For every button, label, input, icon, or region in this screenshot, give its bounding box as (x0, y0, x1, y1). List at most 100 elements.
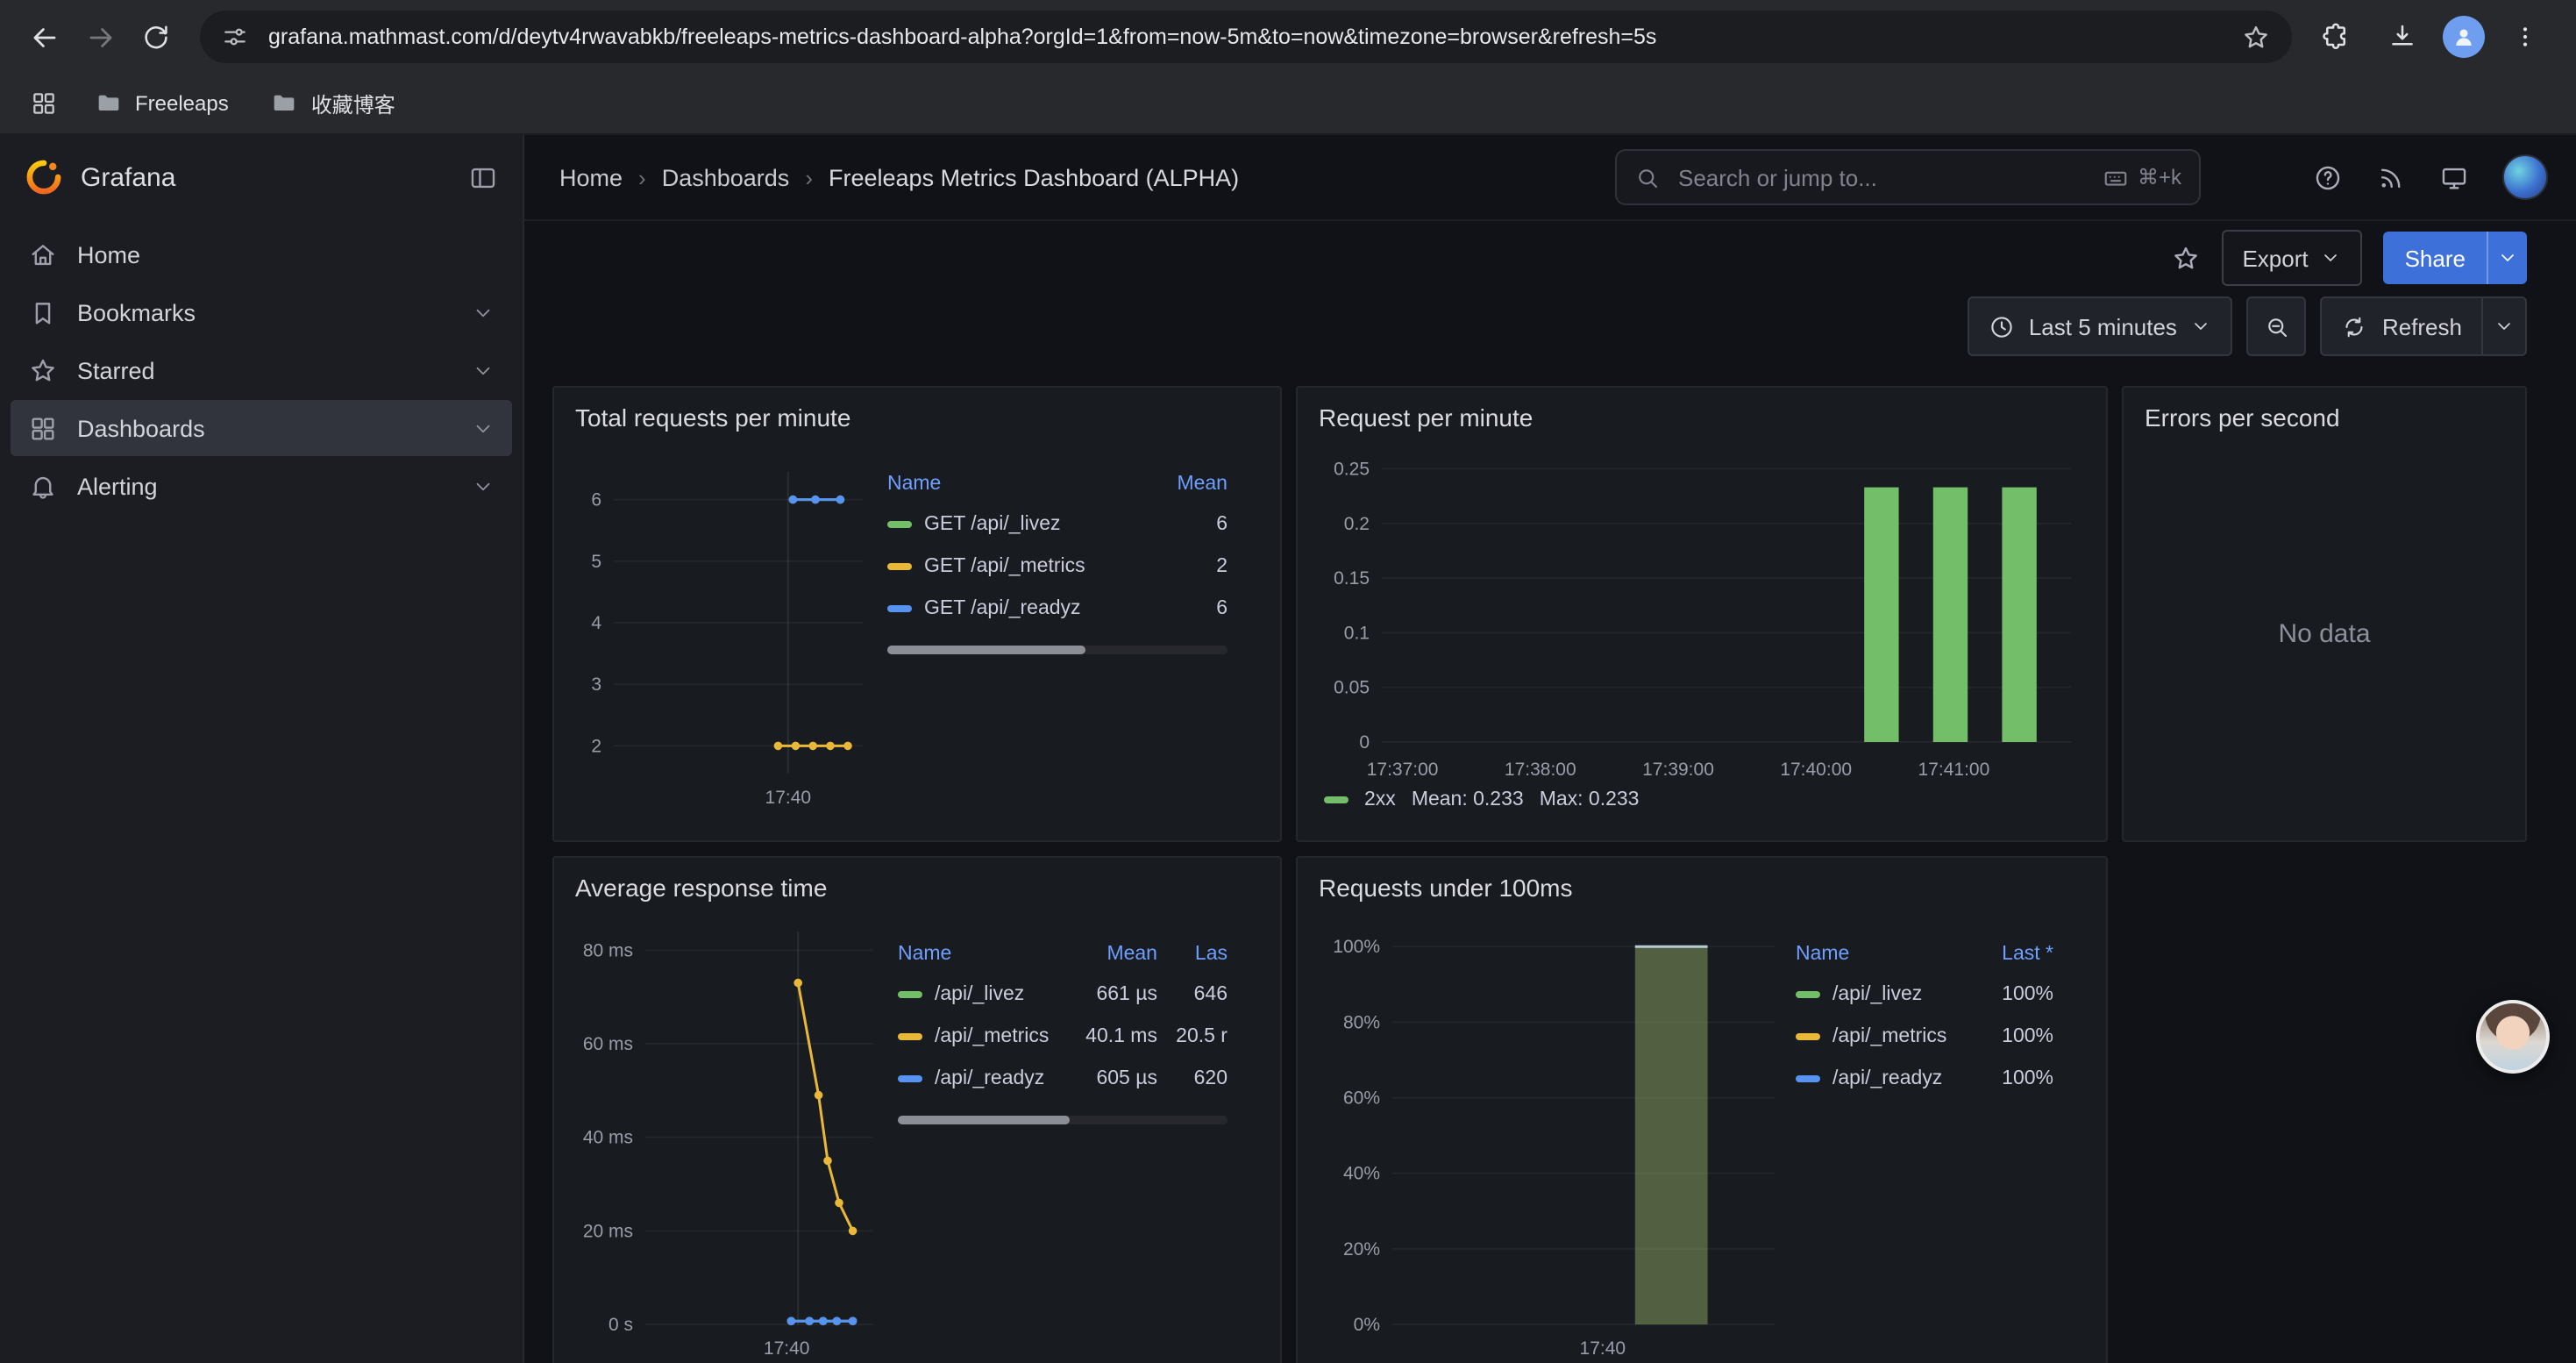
svg-text:0.2: 0.2 (1344, 514, 1370, 534)
help-button[interactable] (2313, 162, 2343, 192)
sidebar-item-dashboards[interactable]: Dashboards (11, 400, 512, 456)
legend-scrollbar[interactable] (898, 1116, 1228, 1124)
svg-text:60 ms: 60 ms (583, 1034, 633, 1054)
sidebar-item-starred[interactable]: Starred (11, 342, 512, 398)
downloads-button[interactable] (2376, 11, 2429, 63)
chevron-down-icon[interactable] (472, 301, 495, 324)
breadcrumb-separator: › (805, 164, 813, 190)
legend-col-mean[interactable]: Mean (1059, 944, 1157, 965)
zoom-out-button[interactable] (2247, 296, 2307, 356)
svg-text:17:40: 17:40 (764, 1338, 810, 1359)
share-button[interactable]: Share (2384, 232, 2487, 284)
series-toggle[interactable]: /api/_livez (1796, 984, 1955, 1005)
refresh-label: Refresh (2382, 313, 2462, 339)
chevron-down-icon[interactable] (472, 359, 495, 382)
url-input[interactable] (265, 23, 2225, 51)
share-menu-button[interactable] (2487, 232, 2527, 284)
legend-col-mean[interactable]: Mean (1129, 474, 1228, 495)
assistant-avatar-overlay[interactable] (2476, 1000, 2550, 1074)
breadcrumb-dashboards[interactable]: Dashboards (662, 164, 790, 190)
legend-scrollbar[interactable] (887, 646, 1228, 654)
star-outline-icon (2170, 243, 2200, 273)
svg-text:0%: 0% (1354, 1315, 1380, 1335)
chevron-down-icon (2494, 316, 2515, 337)
site-controls-icon[interactable] (221, 23, 249, 51)
export-button[interactable]: Export (2221, 230, 2362, 286)
kiosk-mode-button[interactable] (2439, 162, 2469, 192)
total-requests-chart[interactable]: 6543217:40 (575, 454, 877, 816)
search-box[interactable]: ⌘+k (1615, 149, 2201, 205)
bookmark-folder-freeleaps[interactable]: Freeleaps (81, 82, 243, 125)
browser-menu-button[interactable] (2499, 11, 2551, 63)
legend-col-name[interactable]: Name (887, 474, 941, 495)
grafana-logo-icon[interactable] (25, 158, 63, 196)
panel-title[interactable]: Average response time (554, 858, 1280, 907)
requests-under-100ms-chart[interactable]: 100%80%60%40%20%0%17:40 (1319, 914, 1785, 1363)
back-button[interactable] (18, 11, 70, 63)
scrollbar-thumb[interactable] (898, 1116, 1070, 1124)
svg-text:100%: 100% (1333, 937, 1380, 957)
panel-toggle-icon (468, 162, 498, 192)
legend-col-name[interactable]: Name (1796, 944, 1849, 965)
favorite-dashboard-button[interactable] (2170, 243, 2200, 273)
series-toggle[interactable]: GET /api/_livez (887, 514, 1129, 535)
series-toggle[interactable]: /api/_metrics (898, 1026, 1059, 1047)
sidebar-item-bookmarks[interactable]: Bookmarks (11, 284, 512, 340)
forward-icon (83, 20, 117, 54)
panel-total-requests-per-minute: Total requests per minute 6543217:40 Nam… (552, 386, 1282, 842)
request-per-minute-chart[interactable]: 0.250.20.150.10.05017:37:0017:38:0017:39… (1319, 444, 2089, 788)
svg-text:17:40: 17:40 (1580, 1338, 1626, 1359)
chevron-down-icon[interactable] (472, 417, 495, 439)
apps-grid-button[interactable] (21, 81, 67, 126)
bookmark-star-icon[interactable] (2241, 22, 2271, 52)
chevron-down-icon[interactable] (472, 475, 495, 497)
home-icon (28, 239, 58, 269)
svg-text:60%: 60% (1343, 1088, 1380, 1109)
extensions-icon (2320, 21, 2352, 53)
series-toggle[interactable]: GET /api/_metrics (887, 556, 1129, 577)
user-avatar[interactable] (2502, 154, 2548, 200)
reload-button[interactable] (130, 11, 182, 63)
sidebar-item-alerting[interactable]: Alerting (11, 458, 512, 514)
browser-profile-button[interactable] (2443, 16, 2485, 58)
sidebar-item-home[interactable]: Home (11, 226, 512, 282)
series-toggle[interactable]: /api/_readyz (898, 1068, 1059, 1089)
svg-text:17:38:00: 17:38:00 (1505, 760, 1576, 780)
series-toggle[interactable]: 2xx (1364, 789, 1396, 810)
refresh-interval-button[interactable] (2483, 296, 2527, 356)
forward-button[interactable] (74, 11, 126, 63)
search-input[interactable] (1675, 162, 2089, 192)
time-range-picker[interactable]: Last 5 minutes (1968, 296, 2233, 356)
series-toggle[interactable]: /api/_livez (898, 984, 1059, 1005)
time-range-label: Last 5 minutes (2029, 313, 2177, 339)
average-response-time-chart[interactable]: 80 ms60 ms40 ms20 ms0 s17:40 (575, 914, 887, 1363)
scrollbar-thumb[interactable] (887, 646, 1085, 654)
svg-text:80 ms: 80 ms (583, 940, 633, 960)
legend-col-name[interactable]: Name (898, 944, 951, 965)
sidebar-collapse-button[interactable] (468, 162, 498, 192)
series-toggle[interactable]: /api/_metrics (1796, 1026, 1955, 1047)
panel-title[interactable]: Requests under 100ms (1298, 858, 2106, 907)
breadcrumb-home[interactable]: Home (559, 164, 623, 190)
legend-col-last[interactable]: Las (1157, 944, 1228, 965)
series-marker (1324, 797, 1348, 803)
legend-row: GET /api/_metrics 2 (887, 546, 1228, 588)
apps-grid-icon (30, 89, 58, 118)
panel-title[interactable]: Total requests per minute (554, 388, 1280, 437)
bookmark-icon (28, 297, 58, 327)
extensions-button[interactable] (2309, 11, 2362, 63)
rss-icon (2376, 162, 2406, 192)
news-button[interactable] (2376, 162, 2406, 192)
svg-text:40 ms: 40 ms (583, 1128, 633, 1148)
address-bar[interactable] (200, 11, 2292, 63)
bookmark-folder-blogs[interactable]: 收藏博客 (257, 82, 409, 125)
panel-title[interactable]: Errors per second (2124, 388, 2525, 437)
legend-max: Max: 0.233 (1540, 789, 1640, 810)
panel-title[interactable]: Request per minute (1298, 388, 2106, 437)
series-toggle[interactable]: /api/_readyz (1796, 1068, 1955, 1089)
series-toggle[interactable]: GET /api/_readyz (887, 598, 1129, 619)
refresh-button[interactable]: Refresh (2321, 296, 2483, 356)
legend-col-last[interactable]: Last * (1955, 944, 2053, 965)
sidebar-item-label: Dashboards (77, 415, 205, 441)
chevron-down-icon (2191, 316, 2212, 337)
